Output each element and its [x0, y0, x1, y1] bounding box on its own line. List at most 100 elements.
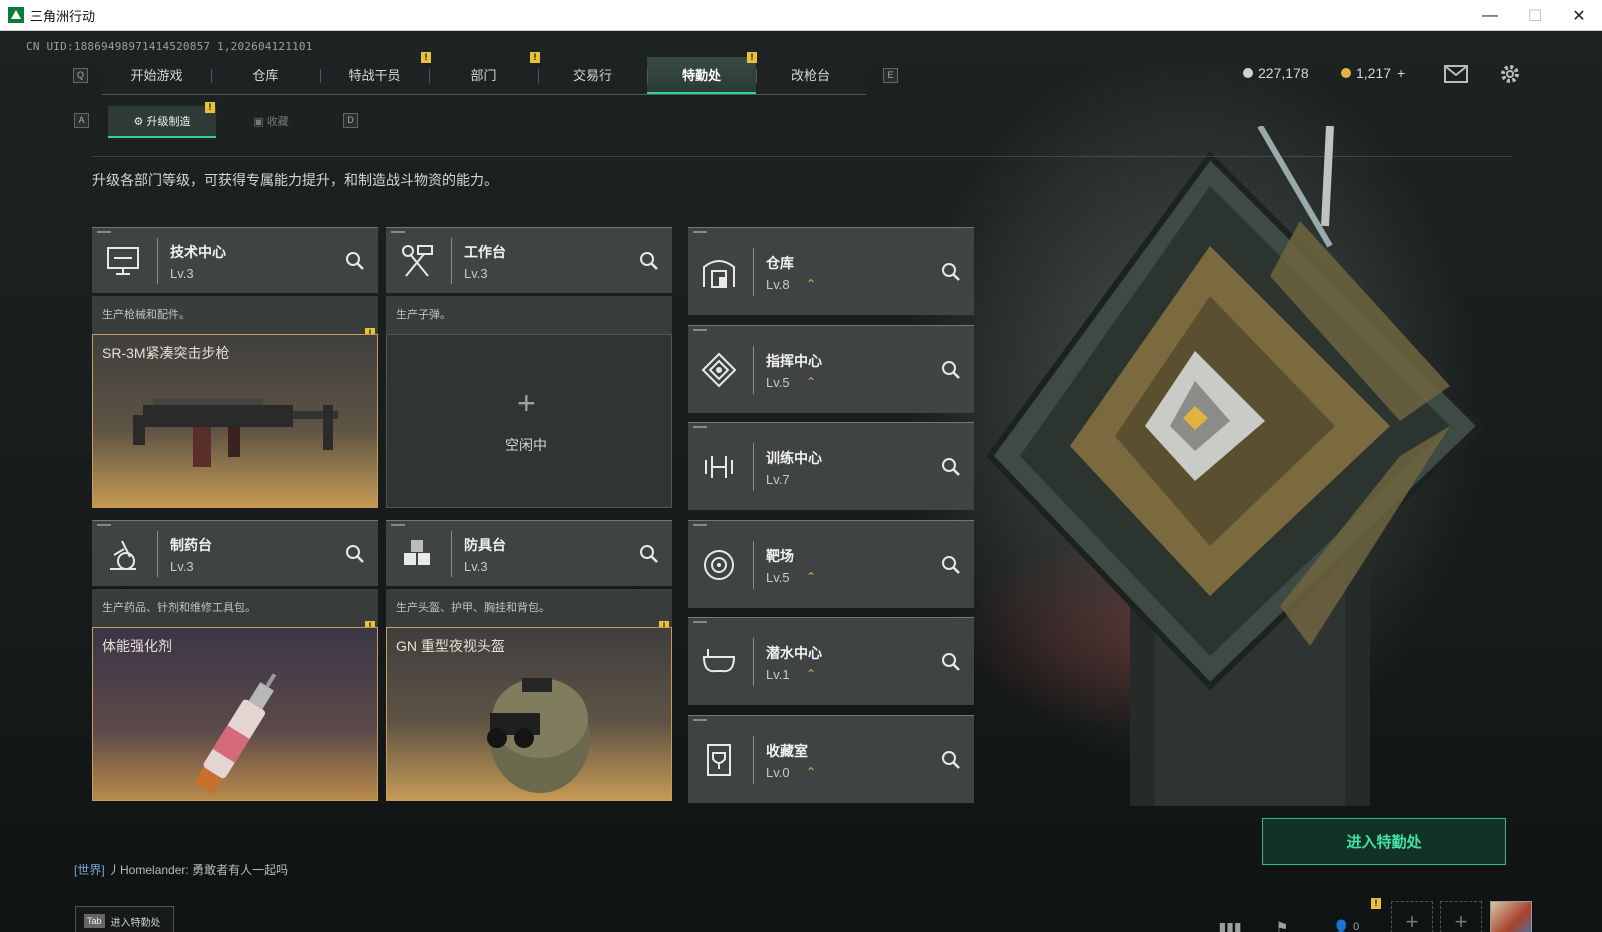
tab-warehouse[interactable]: 仓库: [211, 57, 320, 94]
stats-icon[interactable]: ▮▮▮: [1216, 913, 1244, 932]
card-divider: [753, 248, 754, 296]
search-icon[interactable]: [638, 543, 660, 565]
card-corner-mark: [693, 328, 707, 331]
pharmacy-product-card[interactable]: 体能强化剂: [92, 627, 378, 801]
card-corner-mark: [693, 523, 707, 526]
tech-center-card[interactable]: 技术中心 Lv.3: [92, 227, 378, 293]
diving-center-level: Lv.1: [766, 667, 790, 682]
operators-alert-badge: !: [421, 52, 431, 63]
armor-bench-level: Lv.3: [464, 559, 488, 574]
search-icon[interactable]: [940, 749, 962, 771]
key-e-hint: E: [883, 68, 898, 83]
card-corner-mark: [97, 231, 111, 233]
command-icon: [698, 349, 740, 391]
idle-label: 空闲中: [505, 437, 547, 453]
workbench-idle-slot[interactable]: + 空闲中: [386, 334, 672, 508]
card-divider: [451, 238, 452, 284]
shooting-range-level: Lv.5: [766, 569, 790, 585]
diving-center-card[interactable]: 潜水中心 Lv.1 ⌃: [688, 617, 974, 705]
training-center-name: 训练中心: [766, 450, 822, 466]
goggles-icon: [698, 641, 740, 683]
subtab-upgrade-craft[interactable]: ⚙ 升级制造: [108, 106, 216, 138]
squad-slot-2[interactable]: +: [1440, 901, 1482, 932]
minimize-button[interactable]: —: [1467, 0, 1513, 31]
app-logo-icon: [8, 7, 24, 23]
chat-message: 勇敢者有人一起吗: [192, 863, 289, 877]
key-q-hint: Q: [73, 68, 88, 83]
enter-special-ops-button[interactable]: 进入特勤处: [1262, 818, 1506, 865]
gold-amount: 1,217: [1356, 65, 1392, 81]
game-screen: CN UID:18869498971414520857 1,2026041211…: [0, 31, 1602, 932]
card-divider: [451, 531, 452, 577]
card-divider: [157, 238, 158, 284]
tab-keycap: Tab: [84, 914, 105, 928]
search-icon[interactable]: [940, 359, 962, 381]
add-gold-button[interactable]: +: [1397, 65, 1405, 81]
tab-special-ops[interactable]: 特勤处: [647, 57, 756, 94]
warehouse-level: Lv.8: [766, 277, 790, 292]
key-a-hint: A: [74, 113, 89, 128]
card-corner-mark: [693, 621, 707, 623]
workbench-card[interactable]: 工作台 Lv.3: [386, 227, 672, 293]
maximize-button[interactable]: ☐: [1512, 0, 1558, 31]
world-chat-line[interactable]: [世界] 丿Homelander: 勇敢者有人一起吗: [74, 861, 288, 878]
product-name: SR-3M紧凑突击步枪: [102, 345, 230, 361]
search-icon[interactable]: [940, 651, 962, 673]
pharmacy-card[interactable]: 制药台 Lv.3: [92, 520, 378, 586]
tab-operators[interactable]: 特战干员: [320, 57, 429, 94]
friends-count: 0: [1353, 921, 1360, 932]
target-icon: [698, 544, 740, 586]
settings-gear-icon[interactable]: [1499, 63, 1521, 85]
card-corner-mark: [693, 718, 707, 721]
silver-coin-icon: [1243, 68, 1253, 78]
command-center-name: 指挥中心: [766, 352, 822, 369]
tab-market[interactable]: 交易行: [538, 57, 647, 94]
search-icon[interactable]: [940, 261, 962, 283]
search-icon[interactable]: [940, 456, 962, 478]
tab-start-game[interactable]: 开始游戏: [102, 57, 211, 94]
tech-center-product-card[interactable]: SR-3M紧凑突击步枪: [92, 334, 378, 508]
search-icon[interactable]: [344, 250, 366, 272]
upgrade-alert-badge: !: [205, 102, 215, 113]
armor-bench-product-card[interactable]: GN 重型夜视头盔: [386, 627, 672, 801]
friends-button[interactable]: 👤 0: [1326, 913, 1366, 932]
chat-channel: [世界]: [74, 863, 105, 877]
squad-slot-1[interactable]: +: [1391, 901, 1433, 932]
product-name: 体能强化剂: [102, 638, 172, 654]
shooting-range-card[interactable]: 靶场 Lv.5 ⌃: [688, 519, 974, 608]
gold-coin-icon: [1341, 68, 1351, 78]
pharmacy-level: Lv.3: [170, 559, 194, 574]
close-button[interactable]: ✕: [1556, 0, 1602, 31]
subtab-upgrade-label: 升级制造: [146, 116, 191, 128]
page-description: 升级各部门等级，可获得专属能力提升，和制造战斗物资的能力。: [92, 172, 498, 188]
tab-key-hint[interactable]: Tab 进入特勤处: [75, 906, 174, 932]
command-center-card[interactable]: 指挥中心 Lv.5 ⌃: [688, 324, 974, 413]
search-icon[interactable]: [344, 543, 366, 565]
card-divider: [753, 638, 754, 686]
workbench-description: 生产子弹。: [386, 296, 672, 334]
search-icon[interactable]: [638, 250, 660, 272]
search-icon[interactable]: [940, 554, 962, 576]
tab-gunsmith[interactable]: 改枪台: [756, 57, 865, 94]
chat-user: 丿Homelander:: [108, 863, 189, 877]
subtab-collection[interactable]: ▣ 收藏: [217, 106, 325, 138]
gold-balance[interactable]: 1,217 +: [1341, 65, 1405, 81]
player-avatar[interactable]: [1490, 901, 1532, 932]
training-center-level: Lv.7: [766, 472, 790, 487]
flag-icon[interactable]: ⚑: [1268, 913, 1296, 932]
mail-icon[interactable]: [1444, 65, 1468, 83]
header-divider: [92, 156, 1512, 157]
upgrade-arrow-icon: ⌃: [806, 374, 817, 389]
warehouse-card[interactable]: 仓库 Lv.8 ⌃: [688, 227, 974, 315]
tab-department[interactable]: 部门: [429, 57, 538, 94]
armor-bench-card[interactable]: 防具台 Lv.3: [386, 520, 672, 586]
window-title: 三角洲行动: [30, 8, 96, 24]
tech-center-description: 生产枪械和配件。: [92, 296, 378, 334]
workbench-name: 工作台: [464, 244, 506, 260]
tech-center-level: Lv.3: [170, 266, 194, 281]
cubes-icon: [396, 533, 438, 575]
special-ops-alert-badge: !: [747, 52, 757, 63]
department-alert-badge: !: [530, 52, 540, 63]
collection-room-card[interactable]: 收藏室 Lv.0 ⌃: [688, 714, 974, 803]
training-center-card[interactable]: 训练中心 Lv.7: [688, 422, 974, 510]
